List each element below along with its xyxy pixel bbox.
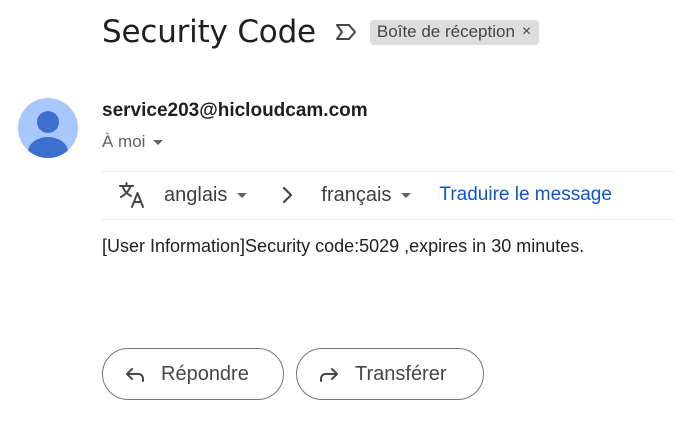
chevron-right-icon bbox=[275, 183, 299, 207]
email-body: [User Information]Security code:5029 ,ex… bbox=[102, 236, 585, 256]
translate-message-link[interactable]: Traduire le message bbox=[439, 184, 611, 206]
inbox-label-text: Boîte de réception bbox=[376, 21, 515, 41]
recipient-dropdown[interactable]: À moi bbox=[102, 132, 164, 152]
source-language-dropdown[interactable]: anglais bbox=[164, 183, 248, 207]
translate-bar: anglais français Traduire le message bbox=[102, 172, 675, 218]
sender-avatar[interactable] bbox=[18, 98, 78, 158]
reply-icon bbox=[123, 362, 147, 386]
subject-row: Security Code Boîte de réception × bbox=[102, 14, 540, 50]
inbox-label-chip: Boîte de réception × bbox=[369, 19, 540, 45]
target-language-caret-icon bbox=[401, 192, 412, 198]
forward-icon bbox=[317, 362, 341, 386]
important-marker-icon[interactable] bbox=[334, 20, 358, 44]
source-language-caret-icon bbox=[237, 192, 248, 198]
sender-email[interactable]: service203@hicloudcam.com bbox=[102, 100, 368, 122]
email-subject: Security Code bbox=[102, 14, 316, 50]
reply-button-label: Répondre bbox=[161, 362, 249, 385]
forward-button[interactable]: Transférer bbox=[296, 348, 484, 400]
target-language-dropdown[interactable]: français bbox=[321, 183, 412, 207]
translate-bar-bottom-divider bbox=[102, 219, 675, 220]
recipient-label: À moi bbox=[102, 132, 146, 151]
recipient-caret-icon bbox=[153, 139, 164, 145]
source-language-label: anglais bbox=[164, 183, 228, 206]
target-language-label: français bbox=[321, 183, 392, 206]
translate-icon bbox=[118, 181, 146, 209]
forward-button-label: Transférer bbox=[355, 362, 447, 385]
person-avatar-icon bbox=[28, 111, 68, 158]
reply-button[interactable]: Répondre bbox=[102, 348, 284, 400]
remove-label-button[interactable]: × bbox=[522, 23, 531, 41]
